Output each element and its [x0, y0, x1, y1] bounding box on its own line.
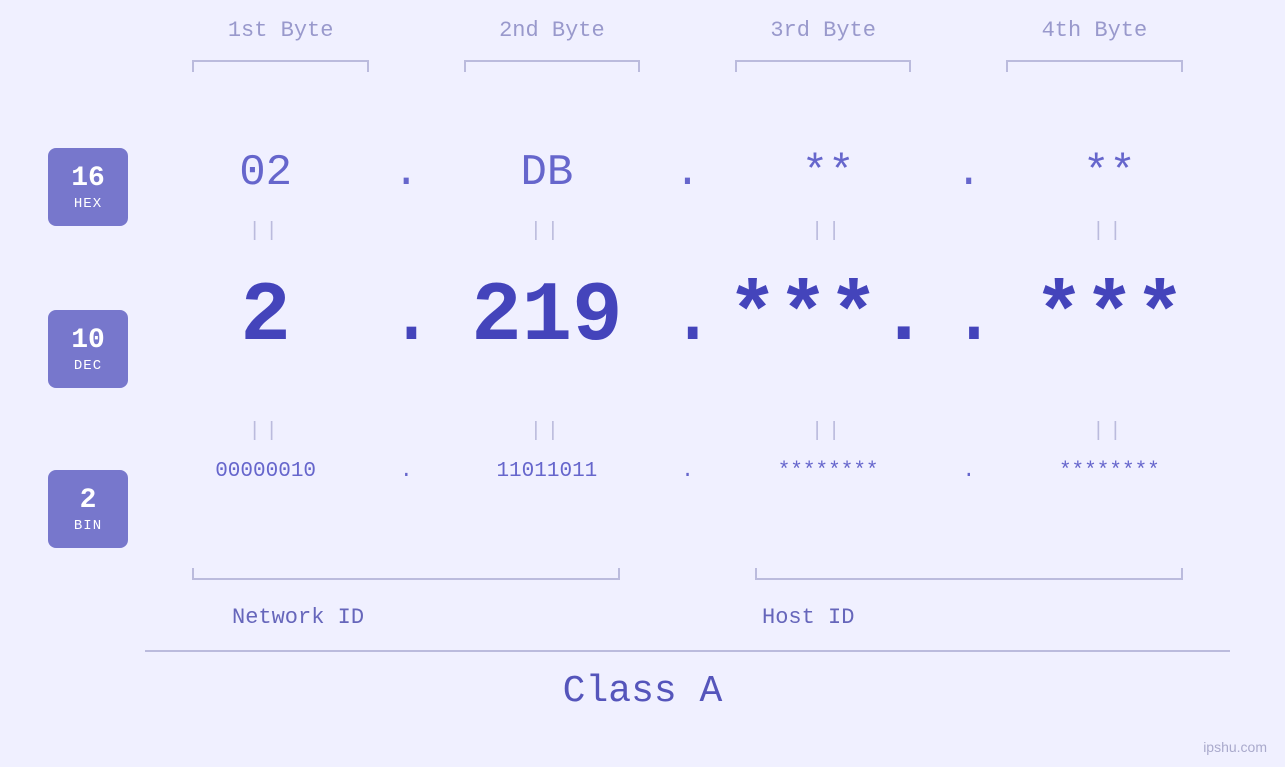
hex-row: 02 . DB . ** . **	[145, 148, 1230, 198]
bin-dot1: .	[386, 460, 426, 483]
bin-byte4: ********	[989, 460, 1230, 483]
equals-row-1: || || || ||	[145, 220, 1230, 243]
badge-hex-label: HEX	[74, 196, 102, 212]
dec-byte3: ***.	[708, 270, 949, 365]
badge-dec-label: DEC	[74, 358, 102, 374]
bin-byte2: 11011011	[426, 460, 667, 483]
byte-header-4: 4th Byte	[959, 18, 1230, 43]
host-bracket-container	[708, 568, 1231, 580]
bin-dot2: .	[668, 460, 708, 483]
hex-dot1: .	[386, 148, 426, 198]
bin-row: 00000010 . 11011011 . ******** . *******…	[145, 460, 1230, 483]
dec-dot3: .	[949, 276, 989, 360]
badge-bin: 2 BIN	[48, 470, 128, 548]
host-id-label: Host ID	[762, 605, 854, 630]
byte-headers-row: 1st Byte 2nd Byte 3rd Byte 4th Byte	[145, 18, 1230, 43]
badge-dec: 10 DEC	[48, 310, 128, 388]
eq2-b1: ||	[145, 420, 386, 443]
top-bracket-4	[959, 60, 1230, 72]
badge-dec-number: 10	[71, 324, 105, 358]
class-bracket	[145, 650, 1230, 652]
eq1-b2: ||	[426, 220, 667, 243]
top-bracket-2	[416, 60, 687, 72]
top-brackets	[145, 60, 1230, 72]
host-bracket	[755, 568, 1183, 580]
badge-hex-number: 16	[71, 162, 105, 196]
main-container: 1st Byte 2nd Byte 3rd Byte 4th Byte 16 H…	[0, 0, 1285, 767]
hex-byte1: 02	[145, 148, 386, 198]
eq2-b3: ||	[708, 420, 949, 443]
hex-byte4: **	[989, 148, 1230, 198]
byte-header-1: 1st Byte	[145, 18, 416, 43]
byte-header-3: 3rd Byte	[688, 18, 959, 43]
bin-byte3: ********	[708, 460, 949, 483]
network-bracket-container	[145, 568, 668, 580]
badge-bin-label: BIN	[74, 518, 102, 534]
hex-dot2: .	[668, 148, 708, 198]
eq1-b3: ||	[708, 220, 949, 243]
dec-byte2: 219	[426, 270, 667, 365]
bin-byte1: 00000010	[145, 460, 386, 483]
dec-byte4: ***	[989, 270, 1230, 365]
badge-hex: 16 HEX	[48, 148, 128, 226]
eq2-b4: ||	[989, 420, 1230, 443]
equals-row-2: || || || ||	[145, 420, 1230, 443]
top-bracket-1	[145, 60, 416, 72]
bottom-brackets	[145, 568, 1230, 580]
dec-dot2: .	[668, 276, 708, 360]
hex-dot3: .	[949, 148, 989, 198]
badge-bin-number: 2	[80, 484, 97, 518]
top-bracket-3	[688, 60, 959, 72]
byte-header-2: 2nd Byte	[416, 18, 687, 43]
network-id-label: Network ID	[232, 605, 364, 630]
hex-byte2: DB	[426, 148, 667, 198]
hex-byte3: **	[708, 148, 949, 198]
dec-byte1: 2	[145, 270, 386, 365]
eq2-b2: ||	[426, 420, 667, 443]
network-bracket	[192, 568, 620, 580]
bin-dot3: .	[949, 460, 989, 483]
eq1-b1: ||	[145, 220, 386, 243]
dec-dot1: .	[386, 276, 426, 360]
watermark: ipshu.com	[1203, 739, 1267, 755]
dec-row: 2 . 219 . ***. . ***	[145, 270, 1230, 365]
class-a-label: Class A	[0, 670, 1285, 713]
eq1-b4: ||	[989, 220, 1230, 243]
